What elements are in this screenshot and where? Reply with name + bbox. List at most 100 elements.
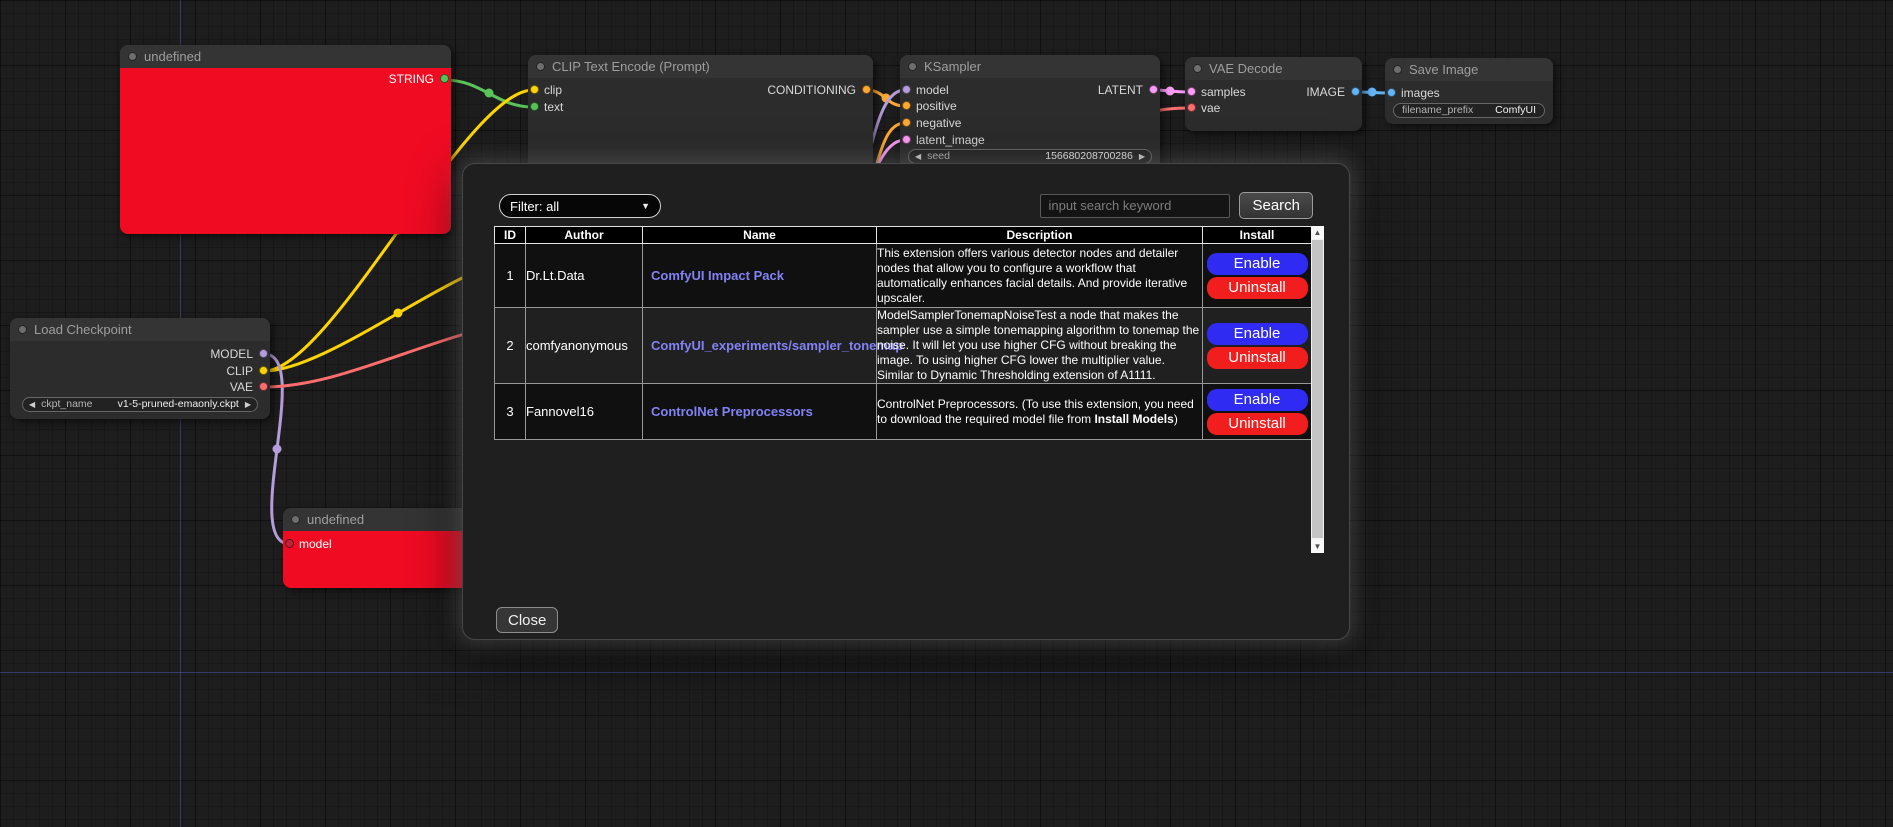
cell-author: Fannovel16 [526, 384, 643, 440]
input-slot-clip[interactable]: clip [528, 83, 562, 97]
vae-output-dot[interactable] [259, 382, 268, 391]
latent-output-dot[interactable] [1149, 85, 1158, 94]
close-button[interactable]: Close [496, 607, 558, 633]
cell-description: ModelSamplerTonemapNoiseTest a node that… [877, 308, 1203, 384]
input-slot-model[interactable]: model [283, 537, 332, 551]
collapse-dot[interactable] [1193, 64, 1202, 73]
collapse-dot[interactable] [536, 62, 545, 71]
uninstall-button[interactable]: Uninstall [1207, 413, 1308, 435]
output-slot-string[interactable]: STRING [389, 72, 451, 86]
node-undefined-top[interactable]: undefined STRING [120, 45, 451, 234]
model-input-dot[interactable] [285, 539, 294, 548]
uninstall-button[interactable]: Uninstall [1207, 277, 1308, 299]
string-output-dot[interactable] [440, 74, 449, 83]
wire-dot [485, 89, 494, 98]
filter-select[interactable]: Filter: all ▼ [499, 194, 661, 218]
slot-label: latent_image [916, 133, 985, 147]
output-slot-image[interactable]: IMAGE [1306, 85, 1362, 99]
samples-input-dot[interactable] [1187, 87, 1196, 96]
scrollbar-down-button[interactable]: ▼ [1311, 540, 1324, 553]
image-output-dot[interactable] [1351, 87, 1360, 96]
decrement-arrow-icon[interactable]: ◀ [29, 398, 35, 411]
output-slot-model[interactable]: MODEL [210, 347, 270, 361]
collapse-dot[interactable] [18, 325, 27, 334]
cell-author: Dr.Lt.Data [526, 244, 643, 308]
model-input-dot[interactable] [902, 85, 911, 94]
graph-canvas[interactable]: undefined STRING CLIP Text Encode (Promp… [0, 0, 1893, 827]
slot-label: positive [916, 99, 957, 113]
node-save-image[interactable]: Save Image images filename_prefix ComfyU… [1385, 58, 1553, 124]
collapse-dot[interactable] [1393, 65, 1402, 74]
text-input-dot[interactable] [530, 102, 539, 111]
slot-label: model [916, 83, 949, 97]
enable-button[interactable]: Enable [1207, 389, 1308, 411]
node-title-label: undefined [307, 512, 364, 527]
vae-input-dot[interactable] [1187, 103, 1196, 112]
node-vae-decode[interactable]: VAE Decode samples vae IMAGE [1185, 57, 1362, 131]
increment-arrow-icon[interactable]: ▶ [1139, 150, 1145, 163]
chevron-down-icon: ▼ [641, 201, 650, 211]
slot-label: LATENT [1098, 83, 1143, 97]
output-slot-clip[interactable]: CLIP [226, 364, 270, 378]
input-slot-positive[interactable]: positive [900, 99, 957, 113]
cell-install: Enable Uninstall [1203, 384, 1312, 440]
extension-link[interactable]: ControlNet Preprocessors [643, 404, 817, 419]
filename-prefix-widget[interactable]: filename_prefix ComfyUI [1393, 103, 1545, 118]
collapse-dot[interactable] [908, 62, 917, 71]
uninstall-button[interactable]: Uninstall [1207, 347, 1308, 369]
node-title-bar[interactable]: KSampler [900, 55, 1160, 78]
wire-dot [1368, 88, 1377, 97]
collapse-dot[interactable] [291, 515, 300, 524]
extension-table-container: ID Author Name Description Install 1 Dr.… [494, 226, 1324, 553]
node-title-bar[interactable]: Load Checkpoint [10, 318, 270, 341]
ckpt-name-widget[interactable]: ◀ ckpt_name v1-5-pruned-emaonly.ckpt ▶ [22, 397, 258, 412]
input-slot-latent-image[interactable]: latent_image [900, 133, 985, 147]
node-title-bar[interactable]: Save Image [1385, 58, 1553, 81]
wire-dot [394, 309, 403, 318]
table-scrollbar[interactable]: ▲ ▼ [1311, 226, 1324, 553]
search-input[interactable] [1040, 194, 1230, 218]
input-slot-vae[interactable]: vae [1185, 101, 1220, 115]
cell-id: 3 [495, 384, 526, 440]
negative-input-dot[interactable] [902, 118, 911, 127]
latent-image-input-dot[interactable] [902, 135, 911, 144]
node-title-bar[interactable]: CLIP Text Encode (Prompt) [528, 55, 873, 78]
output-slot-conditioning[interactable]: CONDITIONING [767, 83, 873, 97]
search-button[interactable]: Search [1239, 192, 1313, 219]
decrement-arrow-icon[interactable]: ◀ [915, 150, 921, 163]
input-slot-samples[interactable]: samples [1185, 85, 1246, 99]
node-title-bar[interactable]: VAE Decode [1185, 57, 1362, 80]
increment-arrow-icon[interactable]: ▶ [245, 398, 251, 411]
input-slot-model[interactable]: model [900, 83, 949, 97]
node-load-checkpoint[interactable]: Load Checkpoint MODEL CLIP VAE ◀ ckpt_na… [10, 318, 270, 419]
input-slot-text[interactable]: text [528, 100, 563, 114]
model-output-dot[interactable] [259, 349, 268, 358]
scrollbar-up-button[interactable]: ▲ [1311, 226, 1324, 239]
output-slot-vae[interactable]: VAE [230, 380, 270, 394]
header-description: Description [877, 227, 1203, 244]
enable-button[interactable]: Enable [1207, 323, 1308, 345]
seed-widget[interactable]: ◀ seed 156680208700286 ▶ [908, 149, 1152, 164]
slot-label: VAE [230, 380, 253, 394]
collapse-dot[interactable] [128, 52, 137, 61]
clip-input-dot[interactable] [530, 85, 539, 94]
positive-input-dot[interactable] [902, 101, 911, 110]
scrollbar-thumb[interactable] [1312, 240, 1323, 538]
input-slot-images[interactable]: images [1385, 86, 1440, 100]
node-title-bar[interactable]: undefined [120, 45, 451, 68]
output-slot-latent[interactable]: LATENT [1098, 83, 1160, 97]
clip-output-dot[interactable] [259, 366, 268, 375]
cell-author: comfyanonymous [526, 308, 643, 384]
enable-button[interactable]: Enable [1207, 253, 1308, 275]
header-install: Install [1203, 227, 1312, 244]
input-slot-negative[interactable]: negative [900, 116, 961, 130]
table-header-row: ID Author Name Description Install [495, 227, 1312, 244]
wire-string-to-text [445, 80, 533, 107]
slot-label: CONDITIONING [767, 83, 856, 97]
images-input-dot[interactable] [1387, 88, 1396, 97]
wire-dot [882, 94, 891, 103]
conditioning-output-dot[interactable] [862, 85, 871, 94]
extension-link[interactable]: ComfyUI_experiments/sampler_tonemap [643, 338, 907, 353]
cell-description: This extension offers various detector n… [877, 244, 1203, 308]
extension-link[interactable]: ComfyUI Impact Pack [643, 268, 788, 283]
